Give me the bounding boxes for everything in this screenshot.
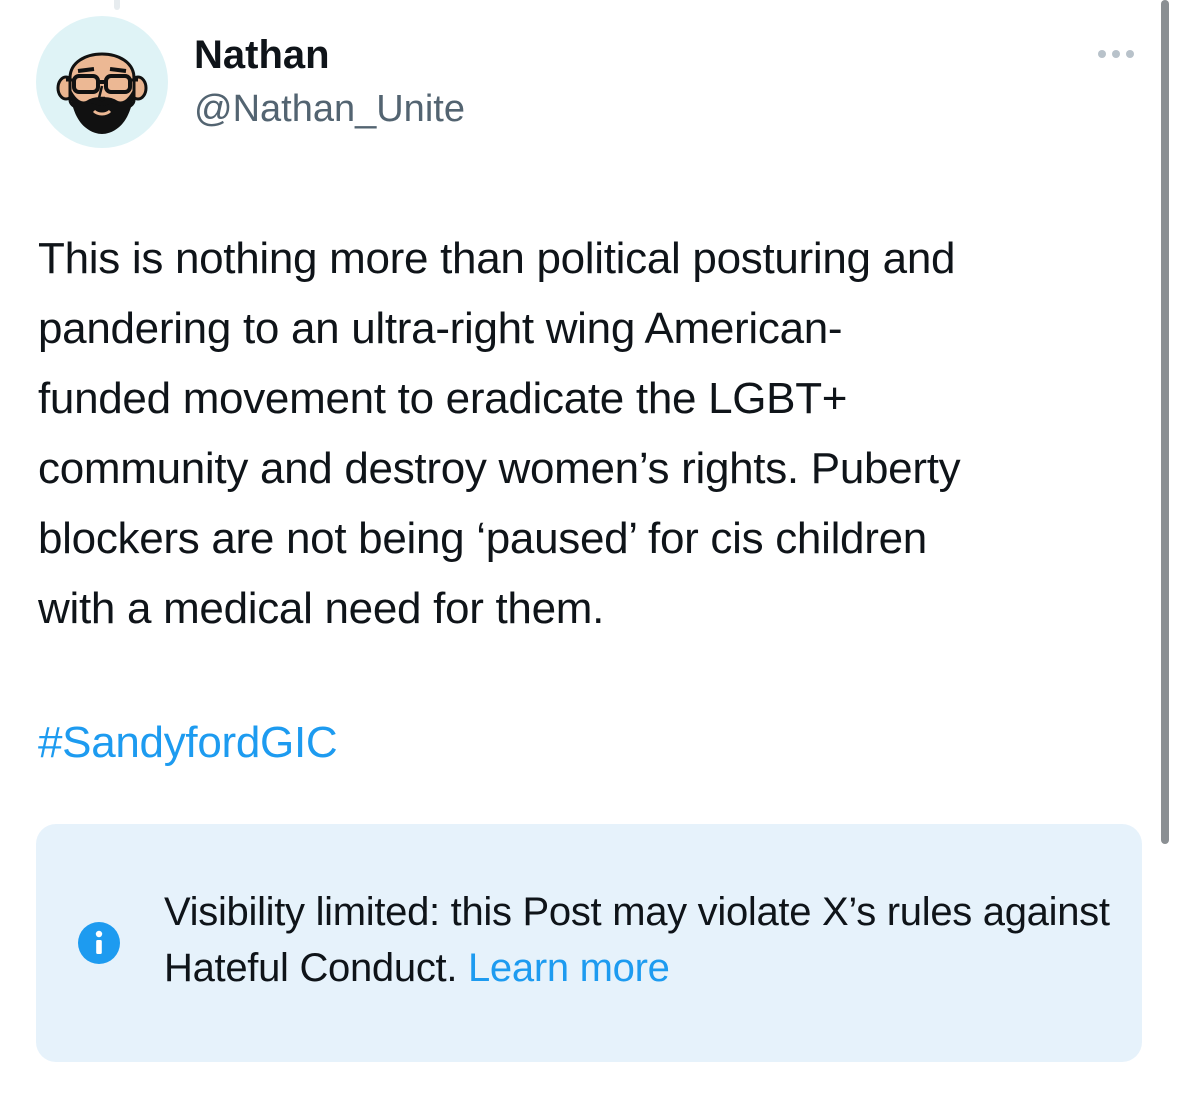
more-dot <box>1126 50 1134 58</box>
more-options-button[interactable] <box>1088 40 1144 68</box>
post-body-text: This is nothing more than political post… <box>38 234 961 633</box>
more-dot <box>1112 50 1120 58</box>
hashtag-link[interactable]: #SandyfordGIC <box>38 708 338 778</box>
visibility-limited-notice: Visibility limited: this Post may violat… <box>36 824 1142 1062</box>
more-dots-icon <box>1098 50 1106 58</box>
author-avatar[interactable] <box>36 16 168 148</box>
author-handle[interactable]: @Nathan_Unite <box>194 85 465 133</box>
scrollbar-thumb[interactable] <box>1161 0 1169 844</box>
thread-connector-line <box>114 0 120 10</box>
info-icon <box>78 922 120 964</box>
author-display-name[interactable]: Nathan <box>194 30 330 80</box>
bearded-man-glasses-avatar-icon <box>56 52 148 134</box>
learn-more-link[interactable]: Learn more <box>468 946 670 990</box>
notice-message: Visibility limited: this Post may violat… <box>164 884 1124 996</box>
